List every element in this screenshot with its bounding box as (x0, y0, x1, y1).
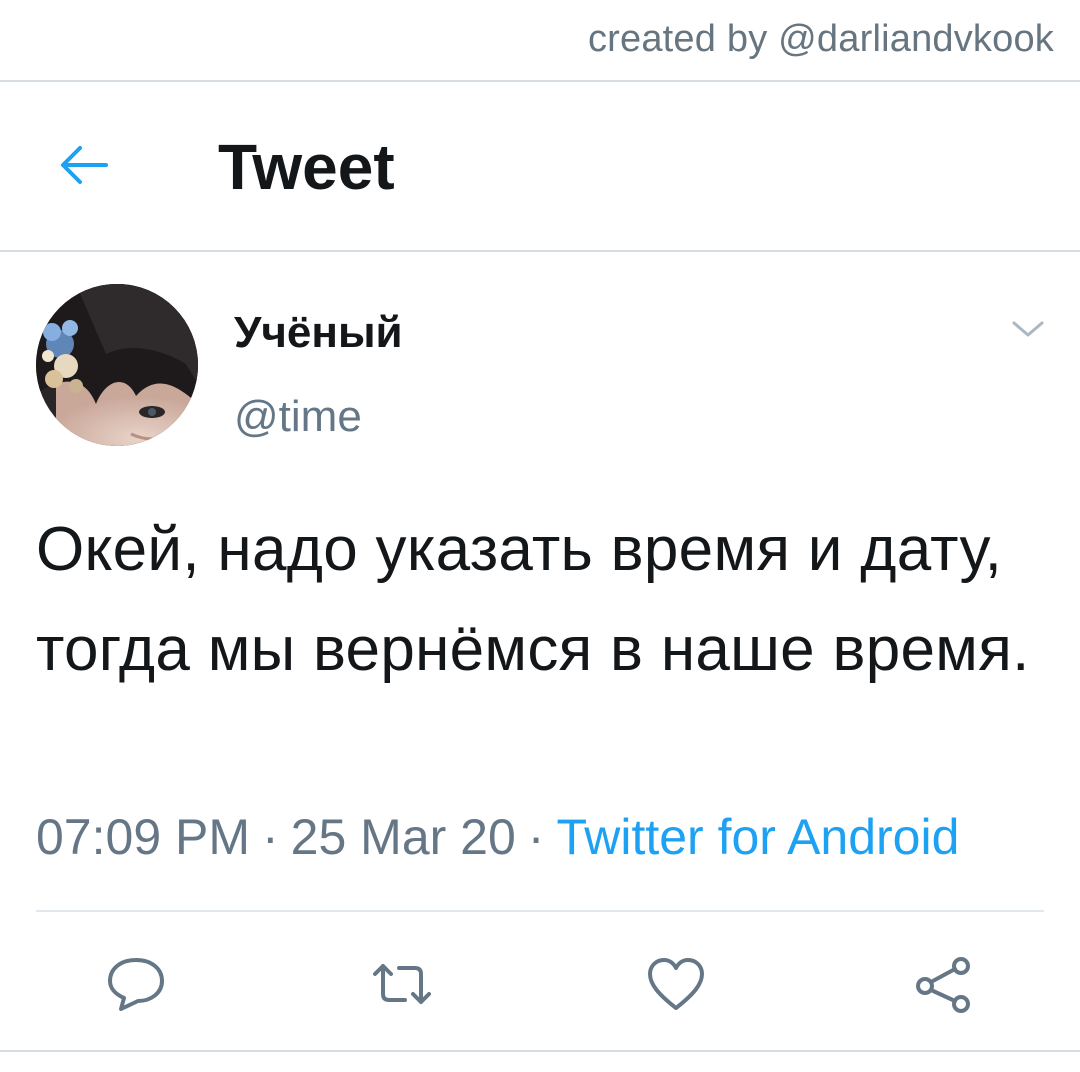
retweet-button[interactable] (362, 944, 442, 1024)
credit-watermark: created by @darliandvkook (587, 18, 1054, 60)
tweet-menu-button[interactable] (1008, 312, 1048, 346)
page-title: Tweet (218, 131, 395, 203)
tweet-text: Окей, надо указать время и дату, тогда м… (36, 515, 1030, 684)
author-handle[interactable]: @time (234, 392, 362, 442)
author-name[interactable]: Учёный (234, 308, 403, 358)
back-button[interactable] (58, 143, 110, 187)
tweet-time: 07:09 PM (36, 809, 251, 865)
avatar[interactable] (36, 284, 198, 446)
avatar-image (36, 284, 198, 446)
bottom-divider (0, 1050, 1080, 1052)
chevron-down-icon (1012, 321, 1044, 337)
like-button[interactable] (636, 944, 716, 1024)
actions-divider (36, 910, 1044, 912)
retweet-icon (373, 964, 431, 1004)
header-divider (0, 250, 1080, 252)
divider (0, 80, 1080, 82)
action-bar (0, 944, 1080, 1024)
meta-separator: · (527, 809, 545, 865)
heart-icon (648, 958, 704, 1010)
share-icon (916, 957, 970, 1013)
meta-separator: · (262, 809, 279, 865)
tweet-date: 25 Mar 20 (290, 809, 516, 865)
share-button[interactable] (904, 944, 984, 1024)
reply-button[interactable] (96, 944, 176, 1024)
arrow-left-icon (61, 146, 108, 184)
speech-bubble-icon (108, 958, 164, 1011)
tweet-source-link[interactable]: Twitter for Android (556, 809, 959, 865)
tweet-meta: 07:09 PM · 25 Mar 20 · Twitter for Android (36, 808, 959, 866)
